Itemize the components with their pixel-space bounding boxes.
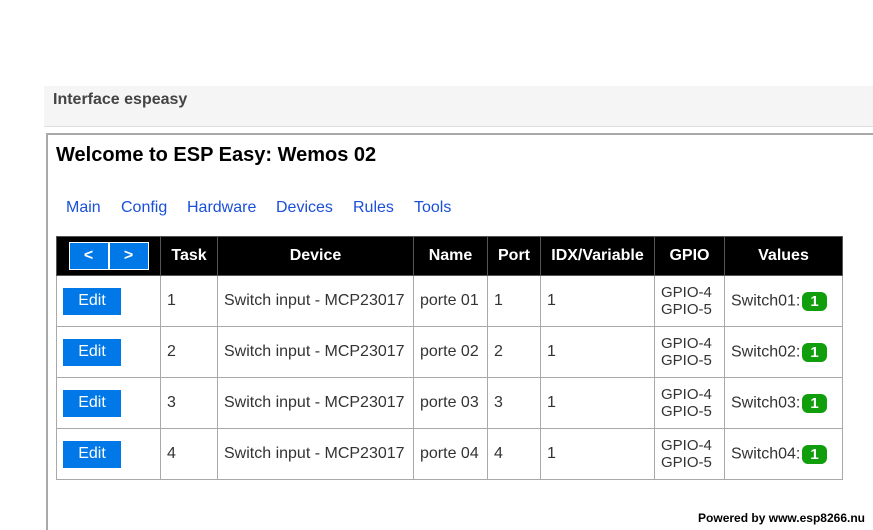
menu-item-devices[interactable]: Devices [276,199,333,217]
edit-cell: Edit [56,326,161,378]
column-header-gpio: GPIO [654,236,725,276]
panel-header: Interface espeasy [44,86,873,127]
value-label: Switch04: [731,445,801,463]
edit-cell: Edit [56,275,161,327]
gpio-cell: GPIO-4 GPIO-5 [654,428,725,480]
gpio-cell: GPIO-4 GPIO-5 [654,326,725,378]
table-row: Edit 4 Switch input - MCP23017 porte 04 … [56,428,843,480]
device-cell: Switch input - MCP23017 [217,326,414,378]
values-cell: Switch01: 1 [724,275,843,327]
value-badge: 1 [802,342,827,362]
port-cell: 1 [487,275,541,327]
column-header-idx: IDX/Variable [540,236,655,276]
edit-button[interactable]: Edit [63,440,121,468]
value-badge: 1 [802,291,827,311]
edit-button[interactable]: Edit [63,287,121,315]
device-cell: Switch input - MCP23017 [217,377,414,429]
task-cell: 2 [160,326,218,378]
column-header-port: Port [487,236,541,276]
menu-item-rules[interactable]: Rules [353,199,394,217]
name-cell: porte 02 [413,326,488,378]
idx-cell: 1 [540,377,655,429]
gpio-cell: GPIO-4 GPIO-5 [654,275,725,327]
edit-button[interactable]: Edit [63,389,121,417]
port-cell: 3 [487,377,541,429]
gpio-line: GPIO-5 [661,403,712,420]
gpio-line: GPIO-5 [661,352,712,369]
column-header-device: Device [217,236,414,276]
powered-by-footer: Powered by www.esp8266.nu [698,511,865,525]
gpio-line: GPIO-4 [661,284,712,301]
gpio-cell: GPIO-4 GPIO-5 [654,377,725,429]
gpio-line: GPIO-4 [661,386,712,403]
task-cell: 4 [160,428,218,480]
gpio-line: GPIO-4 [661,437,712,454]
values-cell: Switch03: 1 [724,377,843,429]
name-cell: porte 03 [413,377,488,429]
table-row: Edit 3 Switch input - MCP23017 porte 03 … [56,377,843,429]
prev-page-button[interactable]: < [68,242,109,270]
page-title: Welcome to ESP Easy: Wemos 02 [56,144,377,166]
port-cell: 4 [487,428,541,480]
device-cell: Switch input - MCP23017 [217,275,414,327]
task-cell: 3 [160,377,218,429]
gpio-line: GPIO-5 [661,301,712,318]
port-cell: 2 [487,326,541,378]
edit-cell: Edit [56,428,161,480]
panel-title: Interface espeasy [53,91,188,108]
menu-item-tools[interactable]: Tools [414,199,451,217]
column-header-name: Name [413,236,488,276]
value-badge: 1 [802,393,827,413]
idx-cell: 1 [540,428,655,480]
menu-item-hardware[interactable]: Hardware [187,199,256,217]
name-cell: porte 04 [413,428,488,480]
table-header-row: < > Task Device Name Port IDX/Variable G… [56,236,843,276]
idx-cell: 1 [540,275,655,327]
table-row: Edit 1 Switch input - MCP23017 porte 01 … [56,275,843,327]
values-cell: Switch04: 1 [724,428,843,480]
gpio-line: GPIO-4 [661,335,712,352]
value-label: Switch01: [731,292,801,310]
nav-header: < > [56,236,161,276]
column-header-task: Task [160,236,218,276]
devices-table: < > Task Device Name Port IDX/Variable G… [56,236,843,480]
column-header-values: Values [724,236,843,276]
device-cell: Switch input - MCP23017 [217,428,414,480]
menu-item-main[interactable]: Main [66,199,101,217]
idx-cell: 1 [540,326,655,378]
edit-cell: Edit [56,377,161,429]
values-cell: Switch02: 1 [724,326,843,378]
next-page-button[interactable]: > [108,242,149,270]
value-label: Switch03: [731,394,801,412]
task-cell: 1 [160,275,218,327]
edit-button[interactable]: Edit [63,338,121,366]
table-row: Edit 2 Switch input - MCP23017 porte 02 … [56,326,843,378]
name-cell: porte 01 [413,275,488,327]
menu-item-config[interactable]: Config [121,199,167,217]
value-label: Switch02: [731,343,801,361]
value-badge: 1 [802,444,827,464]
gpio-line: GPIO-5 [661,454,712,471]
